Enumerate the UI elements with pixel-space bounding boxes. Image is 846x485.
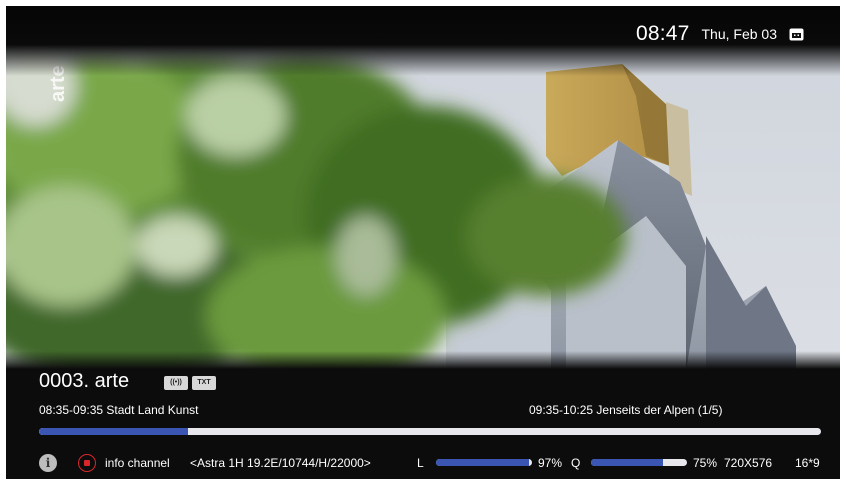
- info-channel-label[interactable]: info channel: [105, 454, 170, 472]
- event-progress-fill: [39, 428, 188, 435]
- quality-label: Q: [571, 456, 581, 470]
- level-label: L: [417, 456, 424, 470]
- aspect-ratio: 16*9: [795, 456, 820, 470]
- clock-time: 08:47: [635, 22, 690, 45]
- status-row: i info channel <Astra 1H 19.2E/10744/H/2…: [39, 454, 839, 472]
- channel-badges: ((•)) TXT: [164, 376, 216, 390]
- event-progress-bar: [39, 428, 821, 435]
- radio-signal-badge: ((•)): [164, 376, 188, 390]
- signal-quality-fill: [591, 459, 663, 466]
- signal-quality-bar: [591, 459, 687, 466]
- video-resolution: 720X576: [724, 456, 773, 470]
- teletext-badge: TXT: [192, 376, 216, 390]
- current-event: 08:35-09:35 Stadt Land Kunst: [39, 403, 199, 417]
- transponder-info: <Astra 1H 19.2E/10744/H/22000>: [190, 456, 371, 470]
- tv-screen: arte 08:47 Thu, Feb 03 0003. arte ((•)) …: [6, 6, 840, 479]
- clock-date: Thu, Feb 03: [701, 26, 778, 42]
- info-icon[interactable]: i: [39, 454, 57, 472]
- clock-panel: 08:47 Thu, Feb 03: [636, 22, 804, 46]
- signal-level-fill: [436, 459, 530, 466]
- calendar-icon: [789, 27, 804, 41]
- signal-level-bar: [436, 459, 532, 466]
- channel-title: 0003. arte: [39, 370, 130, 392]
- record-icon[interactable]: [78, 454, 96, 472]
- signal-level-value: 97%: [538, 456, 563, 470]
- signal-quality-value: 75%: [693, 456, 718, 470]
- next-event: 09:35-10:25 Jenseits der Alpen (1/5): [529, 403, 723, 417]
